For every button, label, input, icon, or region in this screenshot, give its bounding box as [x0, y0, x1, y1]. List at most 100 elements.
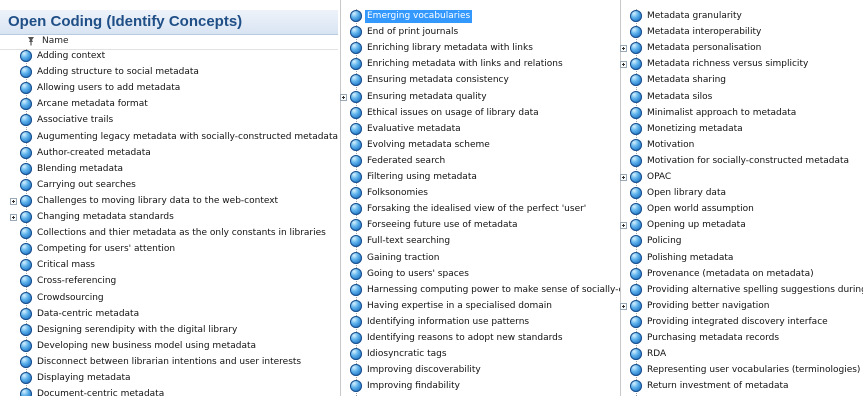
- code-node-label: RDA: [647, 349, 667, 360]
- code-node-row[interactable]: Return investment of metadata: [620, 379, 863, 395]
- code-node-row[interactable]: Adding context: [0, 49, 340, 65]
- expand-toggle-icon[interactable]: [620, 45, 627, 53]
- code-node-row[interactable]: Competing for users' attention: [0, 242, 340, 258]
- code-node-row[interactable]: Harnessing computing power to make sense…: [340, 283, 620, 299]
- expand-toggle-icon[interactable]: [620, 222, 627, 230]
- code-node-row[interactable]: Blending metadata: [0, 162, 340, 178]
- code-node-row[interactable]: Metadata granularity: [620, 9, 863, 25]
- code-node-row[interactable]: Developing new business model using meta…: [0, 339, 340, 355]
- code-node-row[interactable]: End of print journals: [340, 25, 620, 41]
- code-node-row[interactable]: Enriching metadata with links and relati…: [340, 57, 620, 73]
- code-node-row[interactable]: Policing: [620, 234, 863, 250]
- code-node-icon: [350, 187, 362, 200]
- code-node-row[interactable]: Cross-referencing: [0, 274, 340, 290]
- code-node-row[interactable]: Filtering using metadata: [340, 170, 620, 186]
- code-node-row[interactable]: Open library data: [620, 186, 863, 202]
- code-node-row[interactable]: Carrying out searches: [0, 178, 340, 194]
- code-node-row[interactable]: Ensuring metadata consistency: [340, 73, 620, 89]
- code-node-row[interactable]: Crowdsourcing: [0, 291, 340, 307]
- code-node-row[interactable]: Evaluative metadata: [340, 122, 620, 138]
- code-node-row[interactable]: Changing metadata standards: [0, 210, 340, 226]
- code-node-icon: [630, 203, 642, 216]
- code-node-row[interactable]: Document-centric metadata: [0, 387, 340, 396]
- code-node-row[interactable]: Adding structure to social metadata: [0, 65, 340, 81]
- column-header[interactable]: Name: [0, 35, 338, 50]
- code-node-row[interactable]: Opening up metadata: [620, 218, 863, 234]
- code-node-row[interactable]: Providing better navigation: [620, 299, 863, 315]
- expand-toggle-icon[interactable]: [620, 174, 627, 181]
- code-list-column-3: Metadata granularity Metadata interoperab…: [620, 0, 863, 396]
- code-node-row[interactable]: Collections and thier metadata as the on…: [0, 226, 340, 242]
- code-node-row[interactable]: Critical mass: [0, 258, 340, 274]
- code-node-icon: [630, 315, 642, 328]
- code-node-row[interactable]: Emerging vocabularies: [340, 9, 620, 25]
- code-node-icon: [20, 372, 32, 384]
- code-node-row[interactable]: Motivation for socially-constructed meta…: [620, 154, 863, 170]
- code-node-row[interactable]: Evolving metadata scheme: [340, 138, 620, 154]
- code-node-row[interactable]: Identifying information use patterns: [340, 315, 620, 331]
- code-node-row[interactable]: Associative trails: [0, 113, 340, 129]
- code-node-row[interactable]: Motivation: [620, 138, 863, 154]
- code-node-icon: [20, 114, 32, 127]
- code-node-row[interactable]: Author-created metadata: [0, 146, 340, 162]
- code-node-row[interactable]: Representing user vocabularies (terminol…: [620, 363, 863, 379]
- code-node-row[interactable]: Metadata richness versus simplicity: [620, 57, 863, 73]
- code-node-row[interactable]: Allowing users to add metadata: [0, 81, 340, 97]
- code-node-row[interactable]: Metadata sharing: [620, 73, 863, 89]
- code-node-row[interactable]: Identifying reasons to adopt new standar…: [340, 331, 620, 347]
- code-node-row[interactable]: Metadata silos: [620, 90, 863, 106]
- code-node-row[interactable]: Providing integrated discovery interface: [620, 315, 863, 331]
- code-node-row[interactable]: Data-centric metadata: [0, 307, 340, 323]
- code-node-row[interactable]: Going to users' spaces: [340, 267, 620, 283]
- code-node-icon: [350, 90, 362, 103]
- code-node-row[interactable]: Augumenting legacy metadata with sociall…: [0, 130, 340, 146]
- code-node-icon: [350, 332, 362, 344]
- code-node-row[interactable]: Metadata personalisation: [620, 41, 863, 57]
- code-node-row[interactable]: Polishing metadata: [620, 251, 863, 267]
- code-node-label: Developing new business model using meta…: [37, 340, 257, 351]
- code-node-label: Competing for users' attention: [37, 244, 176, 255]
- code-node-row[interactable]: Designing serendipity with the digital l…: [0, 323, 340, 339]
- code-node-row[interactable]: Gaining traction: [340, 251, 620, 267]
- expand-toggle-icon[interactable]: [620, 61, 627, 69]
- expand-toggle-icon[interactable]: [340, 93, 347, 101]
- code-node-row[interactable]: Ensuring metadata quality: [340, 90, 620, 106]
- code-node-row[interactable]: Forseeing future use of metadata: [340, 218, 620, 234]
- code-node-row[interactable]: Having expertise in a specialised domain: [340, 299, 620, 315]
- code-list-column-2: Emerging vocabularies End of print journa…: [340, 0, 620, 396]
- code-node-row[interactable]: Full-text searching: [340, 234, 620, 250]
- code-node-icon: [630, 187, 642, 200]
- code-node-row[interactable]: Provenance (metadata on metadata): [620, 267, 863, 283]
- expand-toggle-icon[interactable]: [10, 214, 17, 221]
- code-node-row[interactable]: Challenges to moving library data to the…: [0, 194, 340, 210]
- code-node-row[interactable]: Improving findability: [340, 379, 620, 395]
- code-node-row[interactable]: Disconnect between librarian intentions …: [0, 355, 340, 371]
- code-node-row[interactable]: Improving discoverability: [340, 363, 620, 379]
- code-node-label: Crowdsourcing: [37, 292, 104, 303]
- code-node-row[interactable]: Providing alternative spelling suggestio…: [620, 283, 863, 299]
- code-node-label: Disconnect between librarian intentions …: [37, 356, 302, 367]
- code-node-row[interactable]: RDA: [620, 347, 863, 363]
- code-node-row[interactable]: Minimalist approach to metadata: [620, 106, 863, 122]
- code-node-row[interactable]: Folksonomies: [340, 186, 620, 202]
- code-node-row[interactable]: Monetizing metadata: [620, 122, 863, 138]
- code-node-row[interactable]: Forsaking the idealised view of the perf…: [340, 202, 620, 218]
- code-node-row[interactable]: Enriching library metadata with links: [340, 41, 620, 57]
- expand-toggle-icon[interactable]: [10, 197, 17, 205]
- code-node-icon: [630, 332, 642, 344]
- code-node-row[interactable]: Metadata interoperability: [620, 25, 863, 41]
- code-node-row[interactable]: Idiosyncratic tags: [340, 347, 620, 363]
- code-node-row[interactable]: Open world assumption: [620, 202, 863, 218]
- code-node-row[interactable]: Arcane metadata format: [0, 97, 340, 113]
- code-node-row[interactable]: Federated search: [340, 154, 620, 170]
- code-node-label: Cross-referencing: [37, 276, 117, 287]
- code-node-row[interactable]: Displaying metadata: [0, 371, 340, 387]
- code-node-label: End of print journals: [367, 27, 459, 38]
- expand-toggle-icon[interactable]: [620, 302, 627, 310]
- code-node-label: Metadata richness versus simplicity: [647, 59, 809, 70]
- code-node-row[interactable]: Purchasing metadata records: [620, 331, 863, 347]
- code-node-label: Harnessing computing power to make sense…: [367, 284, 620, 295]
- code-node-row[interactable]: Ethical issues on usage of library data: [340, 106, 620, 122]
- code-node-label: Arcane metadata format: [37, 99, 148, 110]
- code-node-row[interactable]: OPAC: [620, 170, 863, 186]
